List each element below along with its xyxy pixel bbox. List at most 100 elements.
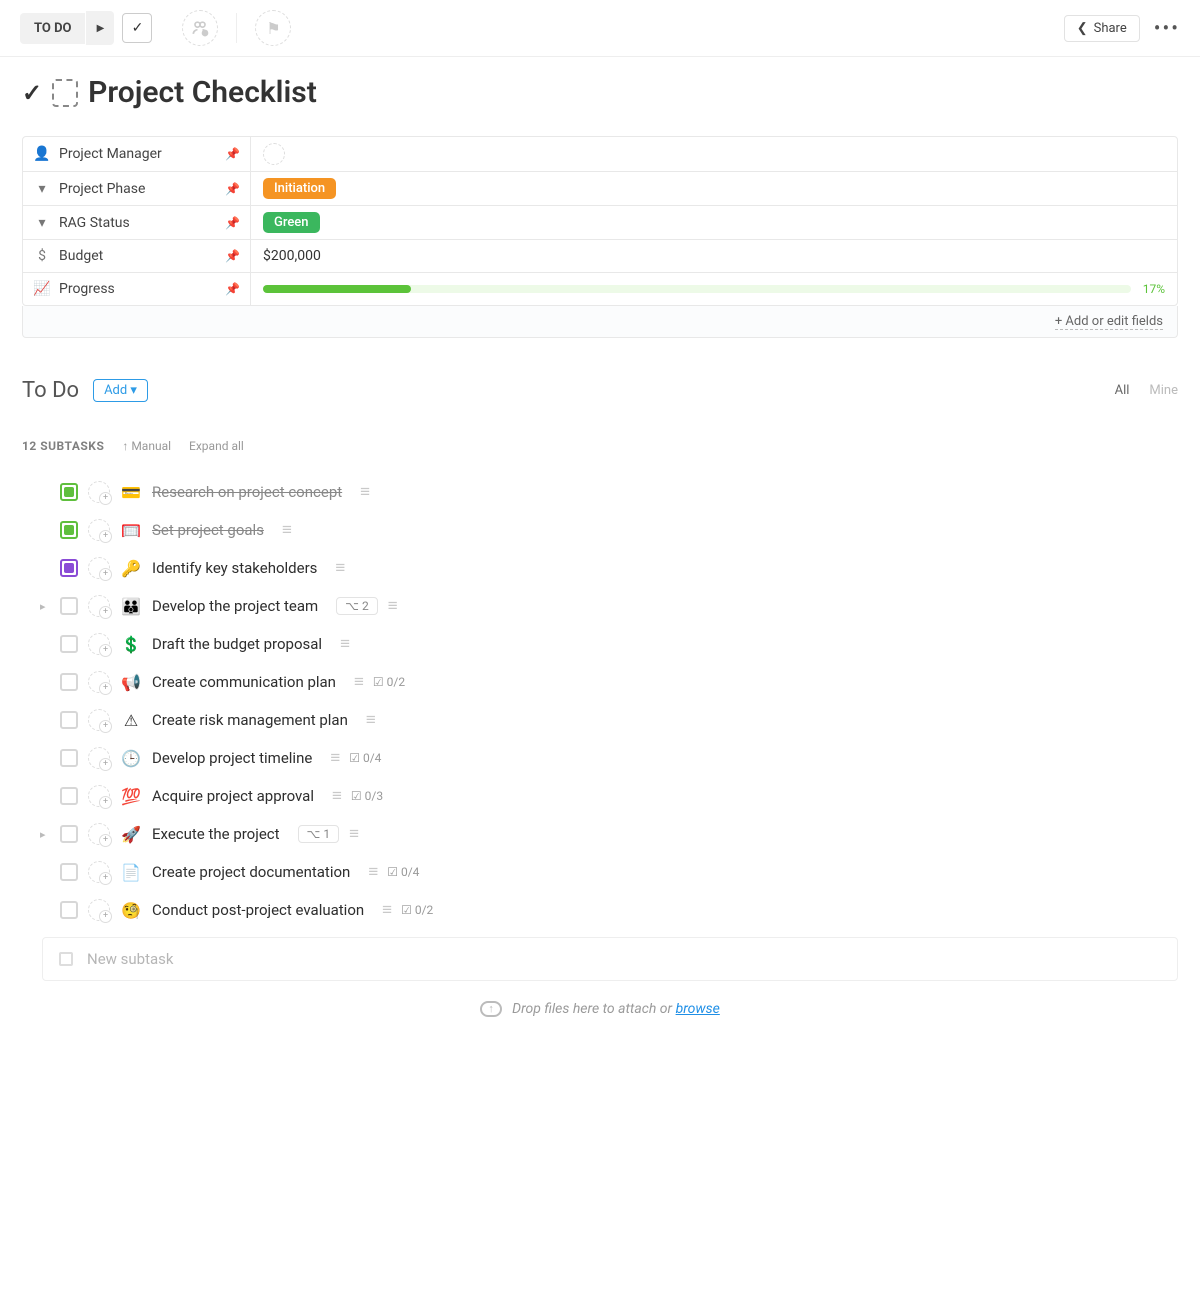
pin-icon[interactable]: 📌	[225, 249, 240, 263]
rag-badge[interactable]: Green	[263, 212, 320, 233]
assign-avatar-icon[interactable]	[88, 671, 110, 693]
assign-avatar-icon[interactable]	[88, 747, 110, 769]
status-dropdown-icon[interactable]: ▶	[86, 11, 114, 45]
status-checkbox[interactable]	[60, 635, 78, 653]
subtask-row[interactable]: 🔑Identify key stakeholders≡	[22, 549, 1178, 587]
subtask-row[interactable]: 📢Create communication plan≡☑ 0/2	[22, 663, 1178, 701]
status-checkbox[interactable]	[60, 559, 78, 577]
subtask-title[interactable]: Draft the budget proposal	[152, 635, 322, 653]
subtask-title[interactable]: Identify key stakeholders	[152, 559, 317, 577]
assign-avatar-icon[interactable]	[88, 709, 110, 731]
add-subtask-button[interactable]: Add ▾	[93, 379, 148, 402]
status-checkbox[interactable]	[60, 787, 78, 805]
description-icon[interactable]: ≡	[354, 672, 363, 692]
phase-badge[interactable]: Initiation	[263, 178, 336, 199]
pin-icon[interactable]: 📌	[225, 147, 240, 161]
description-icon[interactable]: ≡	[335, 558, 344, 578]
description-icon[interactable]: ≡	[382, 900, 391, 920]
mark-complete-button[interactable]: ✓	[122, 13, 152, 43]
priority-flag-icon[interactable]: ⚑	[255, 10, 291, 46]
add-edit-fields[interactable]: + Add or edit fields	[22, 306, 1178, 338]
description-icon[interactable]: ≡	[368, 862, 377, 882]
checklist-progress[interactable]: ☑ 0/3	[351, 789, 383, 803]
assign-user-icon[interactable]	[263, 143, 285, 165]
pin-icon[interactable]: 📌	[225, 182, 240, 196]
status-checkbox[interactable]	[60, 825, 78, 843]
sort-mode[interactable]: ↑ Manual	[122, 439, 171, 453]
field-rag-status-value[interactable]: Green	[251, 206, 1177, 239]
status-checkbox[interactable]	[60, 483, 78, 501]
assign-avatar-icon[interactable]	[88, 519, 110, 541]
assign-avatar-icon[interactable]	[88, 823, 110, 845]
assign-avatar-icon[interactable]	[88, 595, 110, 617]
assign-avatar-icon[interactable]	[88, 899, 110, 921]
assign-avatar-icon[interactable]	[88, 557, 110, 579]
browse-link[interactable]: browse	[676, 1001, 720, 1017]
caret-icon[interactable]: ▸	[40, 828, 50, 841]
subtask-title[interactable]: Develop project timeline	[152, 749, 312, 767]
share-button[interactable]: ❮ Share	[1064, 15, 1140, 42]
field-project-manager[interactable]: 👤 Project Manager 📌	[23, 137, 251, 171]
subtask-row[interactable]: ▸👪Develop the project team⌥ 2≡	[22, 587, 1178, 625]
status-checkbox[interactable]	[60, 521, 78, 539]
subtask-title[interactable]: Set project goals	[152, 521, 264, 539]
branches-chip[interactable]: ⌥ 1	[298, 825, 340, 843]
expand-all[interactable]: Expand all	[189, 439, 244, 453]
description-icon[interactable]: ≡	[340, 634, 349, 654]
pin-icon[interactable]: 📌	[225, 216, 240, 230]
status-button[interactable]: TO DO	[20, 13, 85, 44]
subtask-title[interactable]: Acquire project approval	[152, 787, 314, 805]
description-icon[interactable]: ≡	[282, 520, 291, 540]
description-icon[interactable]: ≡	[360, 482, 369, 502]
subtask-title[interactable]: Conduct post-project evaluation	[152, 901, 364, 919]
subtask-title[interactable]: Execute the project	[152, 825, 280, 843]
page-title-text[interactable]: Project Checklist	[88, 75, 317, 110]
new-subtask-input[interactable]: New subtask	[42, 937, 1178, 981]
field-progress[interactable]: 📈 Progress 📌	[23, 273, 251, 305]
pin-icon[interactable]: 📌	[225, 282, 240, 296]
subtask-row[interactable]: ▸🚀Execute the project⌥ 1≡	[22, 815, 1178, 853]
field-budget-value[interactable]: $200,000	[251, 240, 1177, 272]
filter-mine[interactable]: Mine	[1149, 383, 1178, 398]
field-progress-value[interactable]: 17%	[251, 273, 1177, 305]
checklist-progress[interactable]: ☑ 0/4	[387, 865, 419, 879]
subtask-row[interactable]: 📄Create project documentation≡☑ 0/4	[22, 853, 1178, 891]
subtask-row[interactable]: 💳Research on project concept≡	[22, 473, 1178, 511]
assignees-add-icon[interactable]: +	[182, 10, 218, 46]
checklist-progress[interactable]: ☑ 0/4	[349, 751, 381, 765]
status-checkbox[interactable]	[60, 863, 78, 881]
description-icon[interactable]: ≡	[332, 786, 341, 806]
assign-avatar-icon[interactable]	[88, 481, 110, 503]
subtask-row[interactable]: 💯Acquire project approval≡☑ 0/3	[22, 777, 1178, 815]
subtask-title[interactable]: Research on project concept	[152, 483, 342, 501]
subtask-title[interactable]: Create communication plan	[152, 673, 336, 691]
subtask-row[interactable]: 🧐Conduct post-project evaluation≡☑ 0/2	[22, 891, 1178, 929]
description-icon[interactable]: ≡	[388, 596, 397, 616]
branches-chip[interactable]: ⌥ 2	[336, 597, 378, 615]
status-checkbox[interactable]	[60, 673, 78, 691]
assign-avatar-icon[interactable]	[88, 633, 110, 655]
field-budget[interactable]: $ Budget 📌	[23, 240, 251, 272]
attachment-dropzone[interactable]: Drop files here to attach or browse	[22, 985, 1178, 1033]
field-rag-status[interactable]: ▾ RAG Status 📌	[23, 206, 251, 239]
checklist-progress[interactable]: ☑ 0/2	[401, 903, 433, 917]
status-checkbox[interactable]	[60, 711, 78, 729]
subtask-title[interactable]: Create project documentation	[152, 863, 350, 881]
assign-avatar-icon[interactable]	[88, 785, 110, 807]
description-icon[interactable]: ≡	[349, 824, 358, 844]
subtask-row[interactable]: 💲Draft the budget proposal≡	[22, 625, 1178, 663]
field-project-manager-value[interactable]	[251, 137, 1177, 171]
status-checkbox[interactable]	[60, 597, 78, 615]
field-project-phase[interactable]: ▾ Project Phase 📌	[23, 172, 251, 205]
more-menu-icon[interactable]: •••	[1154, 16, 1180, 40]
status-checkbox[interactable]	[60, 749, 78, 767]
subtask-row[interactable]: 🕒Develop project timeline≡☑ 0/4	[22, 739, 1178, 777]
description-icon[interactable]: ≡	[330, 748, 339, 768]
subtask-row[interactable]: 🥅Set project goals≡	[22, 511, 1178, 549]
filter-all[interactable]: All	[1115, 383, 1130, 398]
subtask-title[interactable]: Create risk management plan	[152, 711, 348, 729]
subtask-title[interactable]: Develop the project team	[152, 597, 318, 615]
description-icon[interactable]: ≡	[366, 710, 375, 730]
field-project-phase-value[interactable]: Initiation	[251, 172, 1177, 205]
status-checkbox[interactable]	[60, 901, 78, 919]
